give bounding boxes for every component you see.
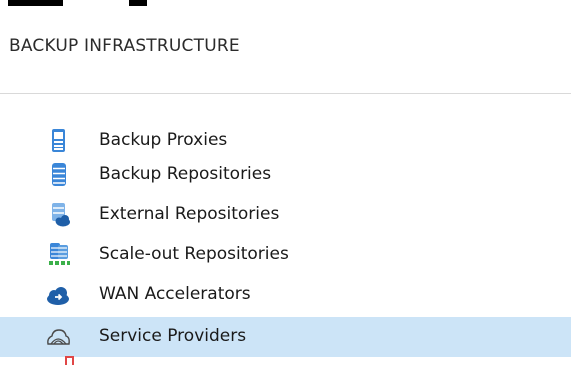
- backup-repository-icon: [45, 162, 71, 188]
- cropped-top-mark: [129, 0, 147, 6]
- tree-item-label: External Repositories: [99, 204, 280, 224]
- tree-item-label: Backup Repositories: [99, 164, 272, 184]
- panel-header: BACKUP INFRASTRUCTURE: [0, 14, 571, 94]
- tree-item-external-repositories[interactable]: External Repositories: [0, 195, 571, 235]
- tree-item-label: WAN Accelerators: [99, 284, 251, 304]
- tree-item-label: Service Providers: [99, 326, 247, 346]
- tree-item-scale-out-repositories[interactable]: Scale-out Repositories: [0, 235, 571, 275]
- service-provider-icon: [45, 324, 71, 350]
- tree-item-backup-repositories[interactable]: Backup Repositories: [0, 155, 571, 195]
- external-repository-icon: [45, 202, 71, 228]
- cropped-top-mark: [8, 0, 63, 6]
- panel-title: BACKUP INFRASTRUCTURE: [9, 36, 240, 56]
- scale-out-repository-icon: [45, 242, 71, 268]
- cropped-next-item-icon: [65, 356, 74, 365]
- tree-item-service-providers[interactable]: Service Providers: [0, 317, 571, 357]
- cropped-top-area: [0, 0, 571, 14]
- tree-item-label: Scale-out Repositories: [99, 244, 289, 264]
- backup-proxy-icon: [45, 128, 71, 154]
- tree-item-label: Backup Proxies: [99, 130, 228, 150]
- tree-item-wan-accelerators[interactable]: WAN Accelerators: [0, 275, 571, 315]
- wan-accelerator-icon: [45, 282, 71, 308]
